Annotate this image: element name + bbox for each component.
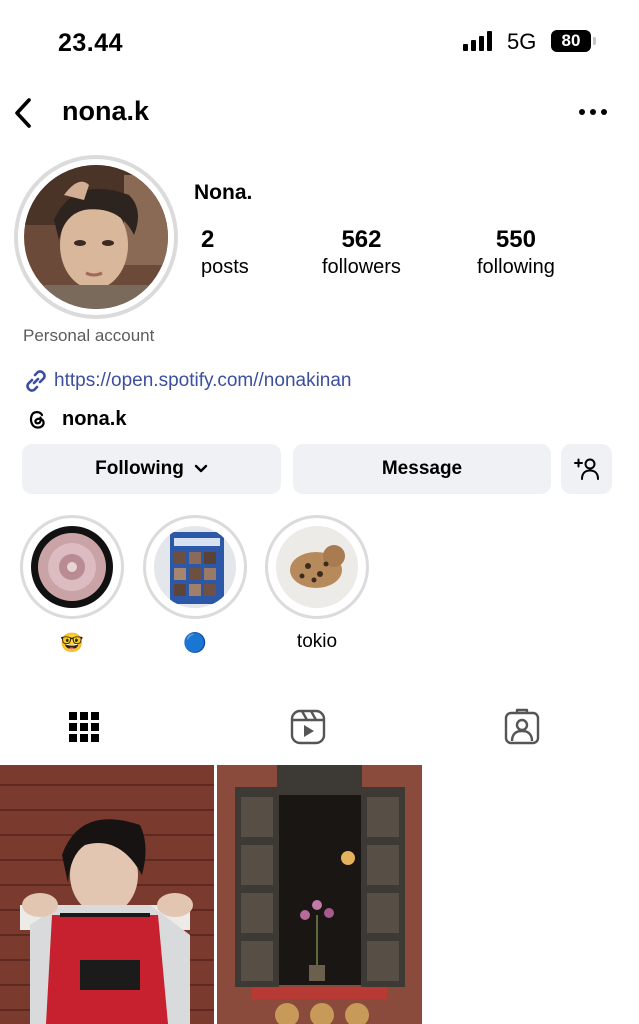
suggested-users-button[interactable] — [561, 444, 612, 494]
chevron-left-icon[interactable] — [12, 97, 34, 129]
highlight-ring — [20, 515, 124, 619]
following-label: Following — [95, 458, 184, 479]
network-type: 5G — [507, 29, 537, 54]
stat-value: 2 — [201, 226, 215, 253]
highlight-ring — [143, 515, 247, 619]
tagged-icon[interactable] — [503, 708, 541, 746]
post-thumbnail[interactable] — [0, 765, 214, 1024]
bio-link[interactable]: https://open.spotify.com//nonakinan — [22, 368, 352, 394]
battery-icon: 80 — [551, 30, 591, 52]
highlight-label: 🔵 — [183, 633, 207, 654]
page-title: nona.k — [62, 96, 150, 126]
profile-header: nona.k — [0, 90, 639, 136]
status-time: 23.44 — [58, 29, 124, 57]
highlight-label: tokio — [296, 631, 338, 652]
stat-label: followers — [322, 256, 401, 278]
threads-handle: nona.k — [62, 407, 127, 430]
highlight-ring — [265, 515, 369, 619]
status-bar: 23.44 5G 80 — [0, 0, 639, 80]
stat-followers[interactable]: 562 followers — [322, 226, 401, 279]
stat-label: following — [477, 256, 555, 278]
more-horizontal-icon[interactable] — [576, 102, 610, 122]
message-button[interactable]: Message — [293, 444, 551, 494]
highlight-cover — [276, 526, 358, 608]
story-highlight[interactable]: 🔵 — [143, 515, 247, 655]
stat-label: posts — [201, 256, 249, 278]
story-highlight[interactable]: 🤓 — [20, 515, 124, 655]
add-user-icon — [573, 458, 599, 480]
chevron-down-icon — [194, 464, 208, 473]
highlight-cover — [154, 526, 236, 608]
stat-posts[interactable]: 2 posts — [201, 226, 249, 279]
stat-value: 562 — [341, 226, 382, 253]
grid-icon[interactable] — [65, 708, 103, 746]
following-button[interactable]: Following — [22, 444, 281, 494]
reels-icon[interactable] — [289, 708, 327, 746]
highlight-cover — [31, 526, 113, 608]
display-name: Nona. — [194, 181, 253, 204]
highlight-label: 🤓 — [60, 633, 84, 654]
signal-icon — [463, 31, 492, 51]
threads-badge[interactable]: nona.k — [25, 405, 126, 433]
post-thumbnail[interactable] — [217, 765, 422, 1024]
link-text[interactable]: https://open.spotify.com//nonakinan — [54, 370, 352, 392]
battery-cap — [593, 37, 596, 45]
link-icon — [26, 370, 46, 392]
threads-icon — [29, 411, 45, 429]
avatar[interactable] — [24, 165, 168, 309]
account-category: Personal account — [23, 326, 155, 345]
stat-following[interactable]: 550 following — [477, 226, 555, 279]
story-highlight[interactable]: tokio — [265, 515, 369, 655]
stat-value: 550 — [495, 226, 536, 253]
message-label: Message — [381, 458, 463, 479]
